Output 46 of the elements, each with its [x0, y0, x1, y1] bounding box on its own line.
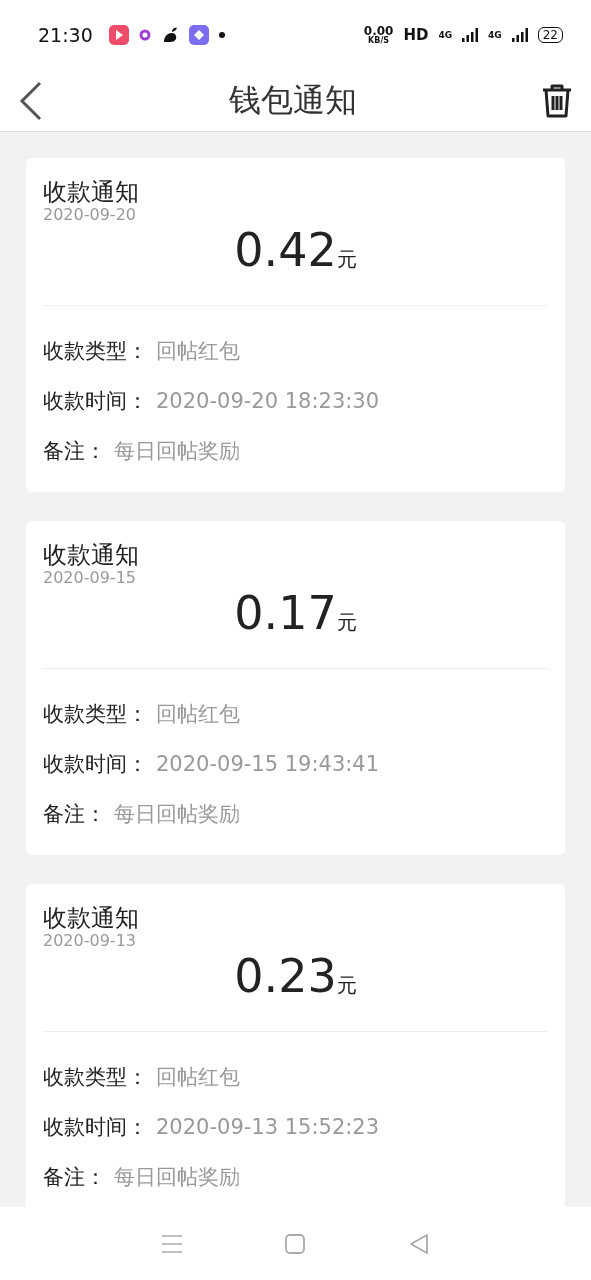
play-app-icon — [108, 25, 129, 45]
field-label: 收款时间： — [43, 388, 148, 415]
notice-date: 2020-09-20 — [43, 206, 137, 224]
field-value: 回帖红包 — [156, 1064, 240, 1091]
field-label: 收款类型： — [43, 701, 148, 728]
amount: 0.17 元 — [43, 587, 548, 669]
field-label: 收款时间： — [43, 1114, 148, 1141]
field-label: 备注： — [43, 438, 106, 465]
network-type: 4G — [488, 30, 502, 40]
menu-icon[interactable] — [161, 1234, 182, 1253]
field-label: 收款类型： — [43, 1064, 148, 1091]
field-value: 每日回帖奖励 — [114, 438, 240, 465]
page-title: 钱包通知 — [228, 79, 357, 121]
ring-app-icon — [138, 29, 151, 41]
field-value: 2020-09-15 19:43:41 — [156, 752, 380, 776]
notice-title: 收款通知 — [43, 178, 140, 206]
field-label: 收款类型： — [43, 338, 148, 365]
back-icon[interactable] — [409, 1232, 430, 1255]
field-value: 2020-09-13 15:52:23 — [156, 1115, 380, 1139]
status-time: 21:30 — [38, 24, 93, 46]
delete-button[interactable] — [541, 83, 573, 118]
net-speed-unit: KB/S — [368, 37, 390, 45]
home-icon[interactable] — [285, 1233, 306, 1254]
field-value: 2020-09-20 18:23:30 — [156, 389, 380, 413]
amount: 0.23 元 — [43, 950, 548, 1032]
hd-label: HD — [403, 26, 429, 44]
field-value: 每日回帖奖励 — [114, 1164, 240, 1191]
notice-title: 收款通知 — [43, 904, 140, 932]
diamond-app-icon — [188, 25, 209, 45]
signal-icon — [462, 28, 479, 42]
field-value: 回帖红包 — [156, 338, 240, 365]
field-label: 备注： — [43, 801, 106, 828]
signal-icon — [511, 28, 528, 42]
notice-date: 2020-09-13 — [43, 932, 137, 950]
field-label: 备注： — [43, 1164, 106, 1191]
amount: 0.42 元 — [43, 224, 548, 306]
field-label: 收款时间： — [43, 751, 148, 778]
field-value: 回帖红包 — [156, 701, 240, 728]
field-value: 每日回帖奖励 — [114, 801, 240, 828]
net-speed: 0.00 — [363, 25, 394, 37]
battery-level: 22 — [537, 27, 563, 43]
notice-date: 2020-09-15 — [43, 569, 137, 587]
back-button[interactable] — [18, 80, 44, 121]
notification-dot-icon — [218, 32, 225, 38]
network-type: 4G — [438, 30, 453, 40]
notice-title: 收款通知 — [43, 541, 140, 569]
